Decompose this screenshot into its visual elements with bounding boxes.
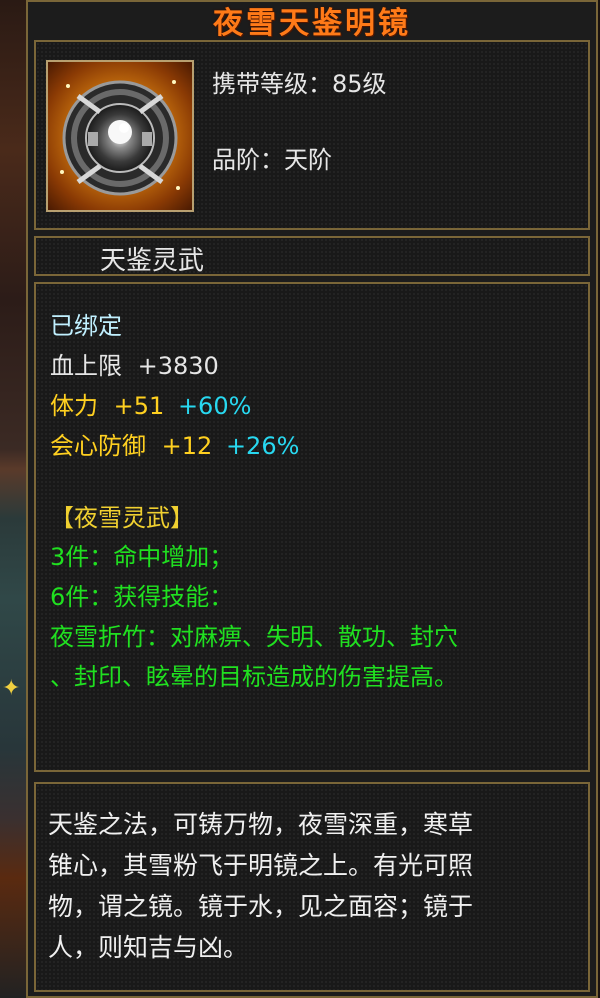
stat-value: +3830 xyxy=(137,352,219,380)
lore-line: 天鉴之法，可铸万物，夜雪深重，寒草 xyxy=(48,810,474,839)
bound-status: 已绑定 xyxy=(50,312,122,340)
stat-name: 会心防御 xyxy=(50,432,146,460)
item-tooltip: 夜雪天鉴明镜 携带等级：85级 品阶：天阶 天鉴灵武 已绑定 血上限 +3830… xyxy=(26,0,598,998)
stat-percent: +60% xyxy=(177,392,252,420)
stat-percent: +26% xyxy=(225,432,300,460)
lore-panel: 天鉴之法，可铸万物，夜雪深重，寒草 锥心，其雪粉飞于明镜之上。有光可照 物，谓之… xyxy=(34,782,590,992)
set-bonus-6: 6件：获得技能： xyxy=(50,583,234,611)
item-category: 天鉴灵武 xyxy=(100,246,205,276)
stat-row: 血上限 +3830 xyxy=(50,346,219,381)
lore-line: 锥心，其雪粉飞于明镜之上。有光可照 xyxy=(48,851,474,880)
title-bar: 夜雪天鉴明镜 xyxy=(34,0,590,41)
stat-row: 体力 +51 +60% xyxy=(50,386,251,421)
stat-row: 会心防御 +12 +26% xyxy=(50,426,299,461)
stat-name: 血上限 xyxy=(50,352,122,380)
set-bonus-3: 3件：命中增加； xyxy=(50,543,234,571)
category-panel: 天鉴灵武 xyxy=(34,236,590,276)
mirror-disc-icon xyxy=(60,80,180,196)
stat-value: +12 xyxy=(161,432,213,460)
set-skill-line1: 夜雪折竹：对麻痹、失明、散功、封穴 xyxy=(50,623,458,651)
lore-text: 天鉴之法，可铸万物，夜雪深重，寒草 锥心，其雪粉飞于明镜之上。有光可照 物，谓之… xyxy=(48,804,588,968)
carry-level: 携带等级：85级 xyxy=(212,70,387,98)
sparkle-icon: ✦ xyxy=(2,676,21,701)
item-grade: 品阶：天阶 xyxy=(212,146,332,174)
set-name: 【夜雪灵武】 xyxy=(50,504,194,532)
stat-name: 体力 xyxy=(50,392,98,420)
lore-line: 人，则知吉与凶。 xyxy=(48,933,249,962)
item-name: 夜雪天鉴明镜 xyxy=(213,6,411,41)
lore-line: 物，谓之镜。镜于水，见之面容；镜于 xyxy=(48,892,474,921)
item-header-panel: 携带等级：85级 品阶：天阶 xyxy=(34,40,590,230)
item-icon-frame[interactable] xyxy=(46,60,194,212)
stats-panel: 已绑定 血上限 +3830 体力 +51 +60% 会心防御 +12 +26% … xyxy=(34,282,590,772)
set-skill-line2: 、封印、眩晕的目标造成的伤害提高。 xyxy=(50,663,458,691)
stat-value: +51 xyxy=(113,392,165,420)
